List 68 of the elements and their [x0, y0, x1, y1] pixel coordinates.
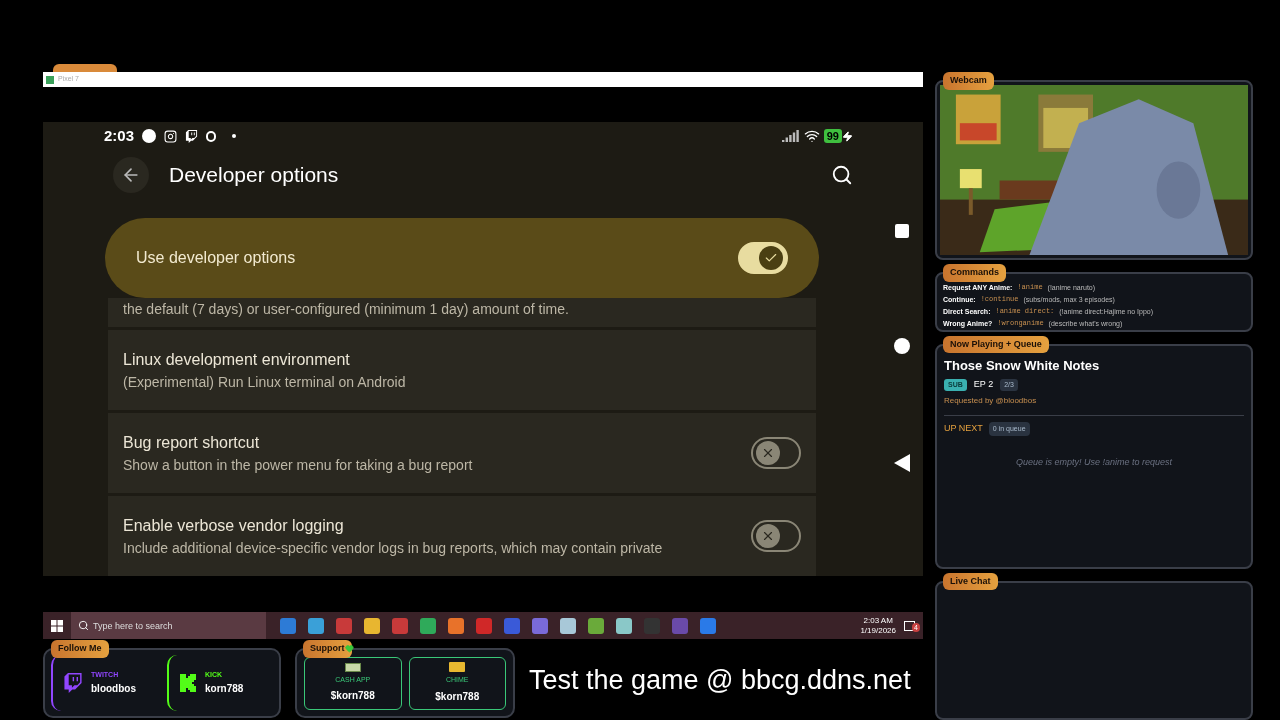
handle: bloodbos: [91, 681, 136, 696]
app-icon[interactable]: [588, 617, 604, 634]
payment-handle: $korn788: [435, 689, 480, 704]
search-icon: [78, 620, 89, 631]
card-icon: [449, 662, 466, 673]
status-time: 2:03: [104, 126, 135, 147]
app-icon: [46, 75, 54, 84]
setting-card[interactable]: Enable verbose vendor logging Include additional device-specific vendor logs in bug reports, which may contain private: [108, 496, 816, 576]
clock-time: 2:03 AM: [863, 615, 893, 626]
setting-description: Show a button in the power menu for taking a bug report: [123, 455, 474, 475]
switch-label: Use developer options: [136, 248, 297, 268]
battery-level: 99: [823, 129, 842, 144]
app-icon[interactable]: [532, 617, 548, 634]
banner-text: Test the game @ bbcg.ddns.net: [529, 664, 911, 697]
setting-description: Include additional device-specific vendor logs in bug reports, which may contain private: [123, 538, 664, 558]
panel-label: Webcam: [943, 72, 994, 90]
main-switch-card[interactable]: Use developer options: [105, 218, 819, 298]
close-icon: [761, 446, 775, 460]
app-icon[interactable]: [280, 617, 296, 634]
wifi-icon: [803, 128, 820, 145]
app-icon[interactable]: [448, 617, 464, 634]
charging-icon: [842, 130, 853, 142]
panel-label: Support: [303, 640, 352, 658]
camera-icon: [164, 129, 178, 143]
app-icon[interactable]: [420, 617, 436, 634]
chat-icon: [185, 129, 199, 143]
close-icon: [761, 529, 775, 543]
signal-icon: [781, 130, 800, 143]
setting-description: (Experimental) Run Linux terminal on Android: [123, 372, 407, 392]
setting-title: Bug report shortcut: [123, 432, 261, 453]
setting-title: Enable verbose vendor logging: [123, 515, 345, 536]
app-icon[interactable]: [308, 617, 324, 634]
setting-card[interactable]: Linux development environment (Experimental) Run Linux terminal on Android: [108, 330, 816, 410]
app-icon[interactable]: [616, 617, 632, 634]
back-icon[interactable]: [894, 454, 910, 472]
app-icon[interactable]: [560, 617, 576, 634]
episode-label: EP 2: [973, 378, 994, 392]
panel-label: Follow Me: [51, 640, 109, 658]
home-icon[interactable]: [894, 338, 910, 354]
record-icon: [142, 129, 157, 144]
check-icon: [764, 251, 778, 265]
page-title: Developer options: [169, 162, 339, 189]
setting-card[interactable]: Bug report shortcut Show a button in the power menu for taking a bug report: [108, 413, 816, 493]
search-field[interactable]: Type here to search: [71, 612, 266, 639]
empty-queue-message: Queue is empty! Use !anime to request: [1014, 456, 1174, 470]
now-playing-title: Those Snow White Notes: [944, 356, 1101, 375]
clock-date: 1/19/2026: [860, 625, 896, 636]
up-next-label: UP NEXT: [944, 422, 983, 436]
panel-label: Now Playing + Queue: [943, 335, 1049, 354]
panel-label: Commands: [943, 264, 1006, 282]
setting-title: Linux development environment: [123, 349, 351, 370]
app-icon[interactable]: [364, 617, 380, 634]
search-icon[interactable]: [831, 163, 853, 186]
setting-description: the default (7 days) or user-configured (minimum 1 day) amount of time.: [123, 300, 570, 319]
toggle-switch[interactable]: [751, 520, 801, 552]
heart-icon: [345, 644, 354, 653]
cash-icon: [344, 662, 361, 672]
payment-handle: $korn788: [330, 689, 375, 704]
panel-label: Live Chat: [943, 572, 998, 591]
kick-icon: [179, 674, 197, 692]
setting-card[interactable]: the default (7 days) or user-configured (minimum 1 day) amount of time.: [108, 298, 816, 327]
toggle-switch[interactable]: [751, 437, 801, 469]
app-icon[interactable]: [700, 617, 716, 634]
handle: korn788: [205, 681, 244, 696]
requested-by: Requested by @bloodbos: [944, 394, 1038, 407]
twitch-icon: [63, 673, 83, 693]
back-button[interactable]: [113, 156, 149, 193]
windows-icon[interactable]: [51, 619, 63, 632]
